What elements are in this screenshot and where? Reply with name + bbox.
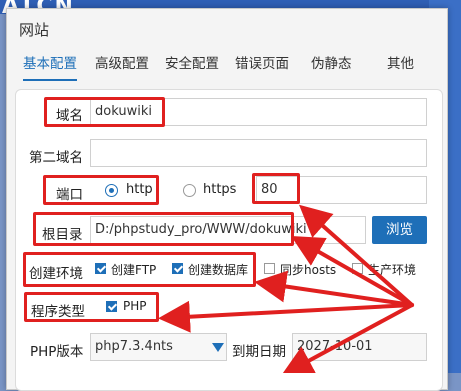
arrow-to-program-type (158, 300, 414, 333)
arrow-to-bottom (280, 303, 414, 373)
annotation-arrows (158, 204, 414, 373)
